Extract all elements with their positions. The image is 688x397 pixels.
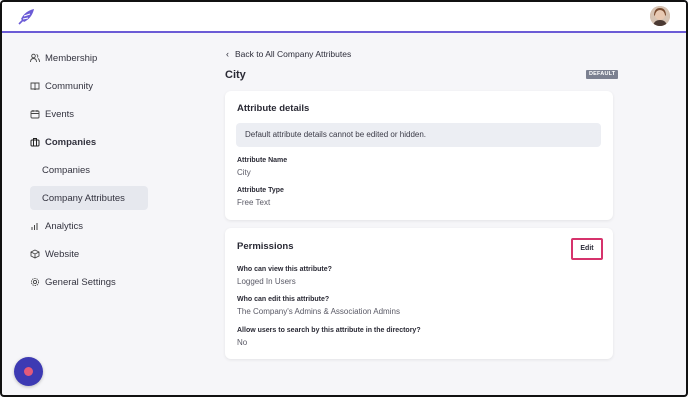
field-label: Attribute Name xyxy=(237,157,288,164)
bar-chart-icon xyxy=(30,221,40,231)
calendar-icon xyxy=(30,109,40,119)
field-value: The Company's Admins & Association Admin… xyxy=(237,307,400,316)
sidebar-nav: Membership Community Events Companies Co… xyxy=(30,46,148,298)
field-label: Attribute Type xyxy=(237,187,284,194)
field-label: Who can view this attribute? xyxy=(237,266,332,273)
default-badge: DEFAULT xyxy=(586,70,619,79)
attribute-details-card: Attribute details Default attribute deta… xyxy=(225,91,613,220)
field-value: City xyxy=(237,168,251,177)
sidebar-subitem-companies[interactable]: Companies xyxy=(30,158,148,182)
sidebar-subitem-company-attributes[interactable]: Company Attributes xyxy=(30,186,148,210)
sidebar-item-general-settings[interactable]: General Settings xyxy=(30,270,148,294)
page-title: City xyxy=(225,69,246,81)
help-chat-button[interactable] xyxy=(14,357,43,386)
sidebar-item-website[interactable]: Website xyxy=(30,242,148,266)
briefcase-icon xyxy=(30,137,40,147)
top-bar xyxy=(2,2,686,33)
field-value: No xyxy=(237,338,248,347)
sidebar-item-label: Company Attributes xyxy=(42,192,125,204)
field-label: Allow users to search by this attribute … xyxy=(237,327,421,334)
sidebar-item-analytics[interactable]: Analytics xyxy=(30,214,148,238)
logo-feather-icon[interactable] xyxy=(16,7,36,27)
edit-button[interactable]: Edit xyxy=(571,238,603,260)
field-value: Free Text xyxy=(237,198,271,207)
field-value: Logged In Users xyxy=(237,277,296,286)
card-title: Permissions xyxy=(237,241,294,252)
sidebar-item-community[interactable]: Community xyxy=(30,74,148,98)
gear-icon xyxy=(30,277,40,287)
sidebar-item-label: Analytics xyxy=(45,220,84,232)
sidebar-item-label: Website xyxy=(45,248,80,260)
sidebar-item-events[interactable]: Events xyxy=(30,102,148,126)
sidebar-item-label: Events xyxy=(45,108,75,120)
user-avatar[interactable] xyxy=(650,6,670,26)
back-link[interactable]: ‹ Back to All Company Attributes xyxy=(226,49,351,59)
sidebar-item-membership[interactable]: Membership xyxy=(30,46,148,70)
chevron-left-icon: ‹ xyxy=(226,49,229,59)
card-title: Attribute details xyxy=(237,103,310,114)
app-window: Membership Community Events Companies Co… xyxy=(0,0,688,397)
back-link-label: Back to All Company Attributes xyxy=(235,49,352,59)
sidebar-item-label: Companies xyxy=(45,136,97,148)
sidebar-item-label: Community xyxy=(45,80,94,92)
info-notice: Default attribute details cannot be edit… xyxy=(236,123,601,147)
sidebar-item-label: Companies xyxy=(42,164,91,176)
sidebar-item-companies[interactable]: Companies xyxy=(30,130,148,154)
notification-dot-icon xyxy=(24,367,33,376)
book-icon xyxy=(30,81,40,91)
sidebar-item-label: Membership xyxy=(45,52,98,64)
cube-icon xyxy=(30,249,40,259)
field-label: Who can edit this attribute? xyxy=(237,296,330,303)
permissions-card: Permissions Edit Who can view this attri… xyxy=(225,228,613,359)
users-icon xyxy=(30,53,40,63)
sidebar-item-label: General Settings xyxy=(45,276,116,288)
